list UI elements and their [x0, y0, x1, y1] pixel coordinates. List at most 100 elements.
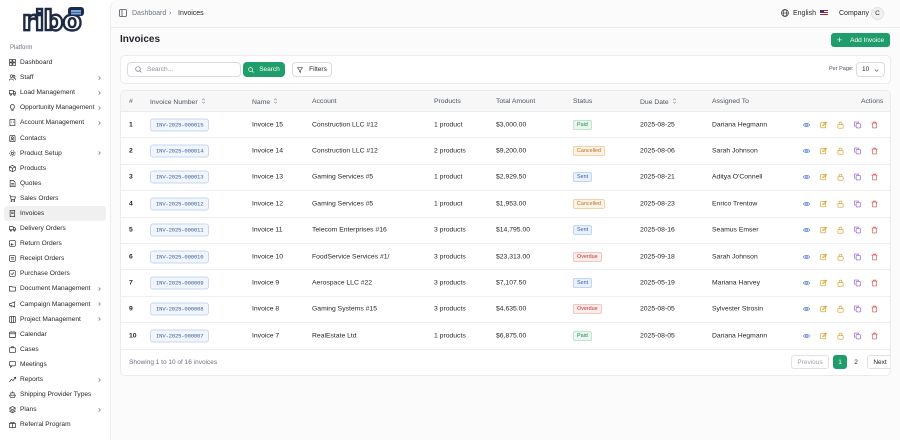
lock-icon[interactable]	[837, 279, 844, 287]
sidebar-item-staff[interactable]: Staff	[4, 70, 106, 85]
table-row[interactable]: 6 INV-2025-000010 Invoice 10 FoodService Se…	[121, 244, 890, 271]
chevron-right-icon[interactable]	[97, 302, 102, 307]
sidebar-item-opportunity-management[interactable]: Opportunity Management	[4, 100, 106, 115]
sidebar-item-shipping-provider-types[interactable]: Shipping Provider Types	[4, 387, 106, 402]
view-icon[interactable]	[803, 174, 810, 181]
language-selector[interactable]: English	[781, 9, 828, 17]
invoice-number-link[interactable]: INV-2025-000015	[150, 118, 210, 132]
sidebar-item-contacts[interactable]: Contacts	[4, 130, 106, 145]
chevron-right-icon[interactable]	[97, 90, 102, 95]
sidebar-item-sales-orders[interactable]: Sales Orders	[4, 191, 106, 206]
filters-button[interactable]: Filters	[292, 62, 332, 77]
edit-icon[interactable]	[820, 173, 827, 181]
sidebar-item-reports[interactable]: Reports	[4, 372, 106, 387]
column-header-invoice-number[interactable]: Invoice Number	[150, 98, 206, 106]
table-row[interactable]: 2 INV-2025-000014 Invoice 14 Construction L…	[121, 138, 890, 165]
chevron-right-icon[interactable]	[97, 151, 102, 156]
sidebar-item-dashboard[interactable]: Dashboard	[4, 55, 106, 70]
avatar[interactable]: C	[871, 7, 884, 20]
view-icon[interactable]	[803, 280, 810, 287]
edit-icon[interactable]	[820, 279, 827, 287]
add-invoice-button[interactable]: + Add Invoice	[831, 33, 890, 47]
view-icon[interactable]	[803, 253, 810, 260]
sidebar-item-delivery-orders[interactable]: Delivery Orders	[4, 221, 106, 236]
invoice-number-link[interactable]: INV-2025-000011	[150, 223, 210, 237]
sidebar-item-return-orders[interactable]: Return Orders	[4, 236, 106, 251]
lock-icon[interactable]	[837, 306, 844, 313]
view-icon[interactable]	[803, 227, 810, 234]
chevron-right-icon[interactable]	[97, 317, 102, 322]
view-icon[interactable]	[803, 148, 810, 155]
copy-icon[interactable]	[854, 121, 861, 128]
invoice-number-link[interactable]: INV-2025-000009	[150, 276, 210, 290]
view-icon[interactable]	[803, 200, 810, 207]
view-icon[interactable]	[803, 332, 810, 339]
column-header-name[interactable]: Name	[252, 98, 278, 106]
invoice-number-link[interactable]: INV-2025-000012	[150, 197, 210, 211]
lock-icon[interactable]	[837, 147, 844, 155]
chevron-right-icon[interactable]	[97, 120, 102, 125]
delete-icon[interactable]	[871, 121, 878, 128]
sidebar-item-document-management[interactable]: Document Management	[4, 281, 106, 296]
sidebar-item-calendar[interactable]: Calendar	[4, 327, 106, 342]
ribo-logo[interactable]: ribo	[21, 3, 92, 38]
view-icon[interactable]	[803, 306, 810, 313]
previous-page-button[interactable]: Previous	[791, 355, 829, 369]
table-row[interactable]: 9 INV-2025-000008 Invoice 8 Gaming Systems …	[121, 297, 890, 324]
sidebar-item-project-management[interactable]: Project Management	[4, 312, 106, 327]
sidebar-item-invoices[interactable]: Invoices	[4, 205, 106, 222]
delete-icon[interactable]	[871, 279, 878, 287]
edit-icon[interactable]	[820, 121, 827, 128]
delete-icon[interactable]	[871, 200, 878, 208]
invoice-number-link[interactable]: INV-2025-000014	[150, 144, 210, 158]
sidebar-item-referral-program[interactable]: Referral Program	[4, 417, 106, 432]
copy-icon[interactable]	[854, 332, 861, 340]
copy-icon[interactable]	[854, 306, 861, 313]
lock-icon[interactable]	[837, 200, 844, 208]
table-row[interactable]: 3 INV-2025-000013 Invoice 13 Gaming Service…	[121, 165, 890, 192]
copy-icon[interactable]	[854, 253, 861, 260]
copy-icon[interactable]	[854, 279, 861, 287]
table-row[interactable]: 10 INV-2025-000007 Invoice 7 RealEstate Ltd…	[121, 323, 890, 350]
lock-icon[interactable]	[837, 174, 844, 181]
copy-icon[interactable]	[854, 147, 861, 155]
chevron-right-icon[interactable]	[97, 377, 102, 382]
column-header-due-date[interactable]: Due Date	[640, 98, 677, 106]
copy-icon[interactable]	[854, 200, 861, 208]
table-row[interactable]: 5 INV-2025-000011 Invoice 11 Telecom Enterp…	[121, 218, 890, 244]
delete-icon[interactable]	[871, 332, 878, 340]
delete-icon[interactable]	[871, 253, 878, 260]
sidebar-item-cases[interactable]: Cases	[4, 342, 106, 357]
chevron-right-icon[interactable]	[97, 407, 102, 412]
lock-icon[interactable]	[837, 253, 844, 261]
sort-icon[interactable]	[669, 98, 677, 106]
delete-icon[interactable]	[871, 174, 878, 181]
invoice-number-link[interactable]: INV-2025-000007	[150, 329, 210, 343]
invoice-number-link[interactable]: INV-2025-000013	[150, 170, 210, 184]
breadcrumb-dashboard[interactable]: Dashboard	[132, 10, 166, 17]
table-row[interactable]: 1 INV-2025-000015 Invoice 15 Construction L…	[121, 112, 890, 139]
company-label[interactable]: Company	[839, 10, 869, 17]
chevron-right-icon[interactable]	[97, 286, 102, 291]
edit-icon[interactable]	[820, 305, 827, 313]
edit-icon[interactable]	[820, 147, 827, 155]
view-icon[interactable]	[803, 121, 810, 128]
search-button[interactable]: Search	[243, 62, 285, 77]
lock-icon[interactable]	[837, 332, 844, 340]
sidebar-item-meetings[interactable]: Meetings	[4, 357, 106, 372]
sidebar-item-load-management[interactable]: Load Management	[4, 85, 106, 100]
next-page-button[interactable]: Next	[867, 355, 890, 369]
edit-icon[interactable]	[820, 332, 827, 339]
chevron-right-icon[interactable]	[97, 105, 102, 110]
search-field[interactable]	[127, 62, 241, 77]
sidebar-item-products[interactable]: Products	[4, 161, 106, 176]
delete-icon[interactable]	[871, 227, 878, 234]
chevron-right-icon[interactable]	[97, 75, 102, 80]
sidebar-toggle-icon[interactable]	[119, 9, 127, 17]
edit-icon[interactable]	[820, 200, 827, 207]
copy-icon[interactable]	[854, 174, 861, 181]
delete-icon[interactable]	[871, 147, 878, 155]
sidebar-item-quotes[interactable]: Quotes	[4, 176, 106, 191]
per-page-select[interactable]: 10	[856, 62, 885, 77]
sidebar-item-purchase-orders[interactable]: Purchase Orders	[4, 266, 106, 281]
